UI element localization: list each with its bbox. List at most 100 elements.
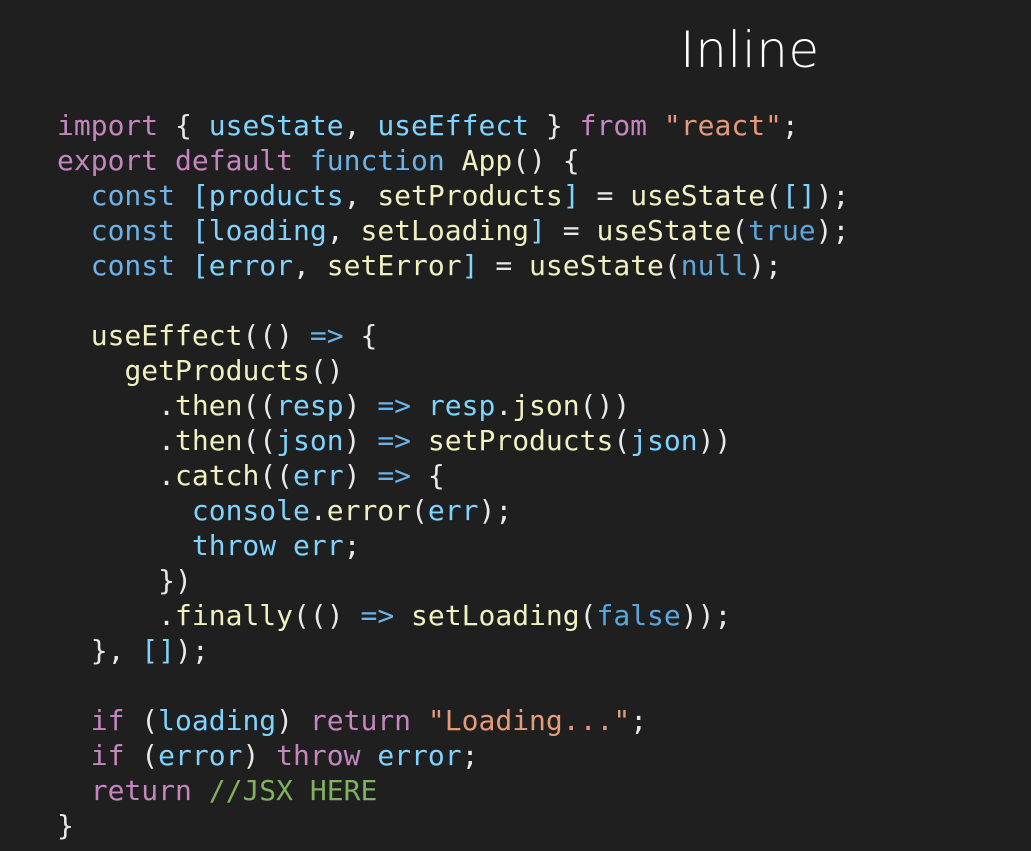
- code-token: (: [765, 179, 782, 212]
- code-line: return //JSX HERE: [57, 773, 849, 808]
- code-line: const [loading, setLoading] = useState(t…: [57, 213, 850, 248]
- code-token: const: [90, 249, 176, 282]
- code-line: }: [57, 808, 849, 843]
- code-token: //JSX HERE: [208, 774, 378, 807]
- code-token: []: [781, 179, 816, 212]
- code-token: null: [680, 249, 749, 282]
- code-token: loading: [208, 214, 327, 247]
- code-token: throw: [191, 529, 277, 562]
- code-token: () {: [512, 144, 580, 177]
- code-token: default: [175, 144, 294, 177]
- code-token: .: [495, 389, 513, 422]
- code-line: }, []);: [57, 633, 849, 668]
- code-token: json: [512, 389, 580, 422]
- code-token: ]: [529, 214, 546, 247]
- code-token: useState: [529, 249, 664, 282]
- code-token: );: [748, 249, 782, 282]
- code-token: catch: [175, 459, 260, 492]
- code-token: return: [90, 774, 192, 807]
- code-token: ((: [242, 424, 277, 457]
- code-token: error: [377, 739, 462, 772]
- code-token: {: [343, 319, 378, 352]
- code-token: true: [748, 214, 816, 247]
- code-block: import { useState, useEffect } from "rea…: [57, 108, 849, 843]
- code-token: }): [57, 564, 192, 597]
- code-token: resp: [427, 389, 496, 422]
- code-line: .then((resp) => resp.json()): [57, 388, 849, 423]
- code-token: (: [124, 739, 159, 772]
- code-token: ;: [781, 109, 799, 142]
- code-line: const [products, setProducts] = useState…: [57, 178, 850, 213]
- code-token: ): [343, 424, 378, 457]
- code-token: error: [158, 739, 243, 772]
- code-token: ,: [343, 109, 378, 142]
- code-token: ((): [293, 599, 361, 632]
- code-token: useState: [630, 179, 766, 212]
- code-line: getProducts(): [57, 353, 849, 388]
- code-line: useEffect(() => {: [57, 318, 849, 353]
- code-token: products: [208, 179, 344, 212]
- code-token: loading: [158, 704, 277, 737]
- code-token: (: [613, 424, 631, 457]
- code-token: json: [630, 424, 698, 457]
- code-token: ,: [326, 214, 361, 247]
- code-token: ;: [630, 704, 648, 737]
- code-token: ): [343, 389, 378, 422]
- code-token: const: [90, 214, 176, 247]
- code-token: json: [276, 424, 344, 457]
- code-token: ()): [579, 389, 631, 422]
- code-token: =: [545, 214, 597, 247]
- code-token: err: [293, 529, 344, 562]
- code-token: resp: [276, 389, 344, 422]
- code-token: (: [579, 599, 597, 632]
- code-token: if: [90, 739, 125, 772]
- code-token: const: [90, 179, 176, 212]
- code-token: "Loading...": [427, 704, 631, 737]
- code-token: {: [411, 459, 445, 492]
- code-token: =>: [377, 389, 412, 422]
- code-token: function: [309, 144, 445, 177]
- code-token: [: [191, 249, 209, 282]
- code-token: ]: [461, 249, 479, 282]
- code-token: ): [343, 459, 378, 492]
- code-token: []: [141, 634, 176, 667]
- code-line: if (loading) return "Loading...";: [57, 703, 849, 738]
- code-token: setLoading: [411, 599, 580, 632]
- code-token: (: [124, 704, 159, 737]
- code-token: "react": [663, 109, 782, 142]
- slide: Inline import { useState, useEffect } fr…: [0, 0, 1031, 851]
- code-token: setError: [326, 249, 462, 282]
- code-token: );: [815, 179, 850, 212]
- code-line: }): [57, 563, 849, 598]
- code-token: );: [175, 634, 209, 667]
- code-token: ,: [293, 249, 327, 282]
- code-line: .then((json) => setProducts(json)): [57, 423, 849, 458]
- code-token: setProducts: [377, 179, 563, 212]
- code-line: throw err;: [57, 528, 849, 563]
- code-token: then: [175, 389, 243, 422]
- code-token: =>: [377, 424, 412, 457]
- code-line: import { useState, useEffect } from "rea…: [57, 108, 849, 143]
- code-token: ]: [562, 179, 580, 212]
- code-token: );: [815, 214, 850, 247]
- code-token: ((: [242, 389, 277, 422]
- code-token: from: [579, 109, 648, 142]
- code-token: setProducts: [427, 424, 614, 457]
- code-token: =>: [377, 459, 412, 492]
- code-token: getProducts: [124, 354, 310, 387]
- code-token: err: [427, 494, 479, 527]
- code-token: =: [579, 179, 631, 212]
